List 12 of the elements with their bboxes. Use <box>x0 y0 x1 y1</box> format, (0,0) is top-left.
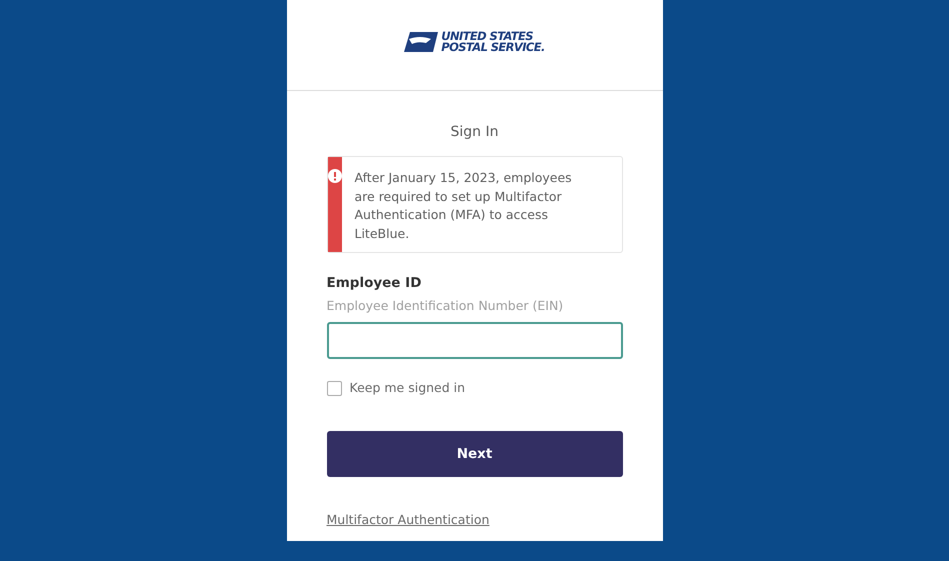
employee-id-field[interactable] <box>326 322 622 359</box>
checkbox-label: Keep me signed in <box>350 379 466 397</box>
checkbox[interactable] <box>326 380 342 396</box>
alert-message: After January 15, 2023, employees are required to set up Multifactor Authentication (MFA) to access LiteBlue. <box>354 169 573 242</box>
field-label: Employee ID <box>326 274 422 293</box>
form-title: Sign In <box>450 123 500 142</box>
next-button[interactable]: Next <box>326 430 622 477</box>
mfa-link[interactable]: Multifactor Authentication <box>326 512 490 527</box>
logo-text: POSTAL SERVICE. <box>441 42 545 53</box>
eagle-logo-icon <box>404 32 438 52</box>
logo-text: UNITED STATES <box>441 31 533 42</box>
field-hint: Employee Identification Number (EIN) <box>326 297 564 316</box>
